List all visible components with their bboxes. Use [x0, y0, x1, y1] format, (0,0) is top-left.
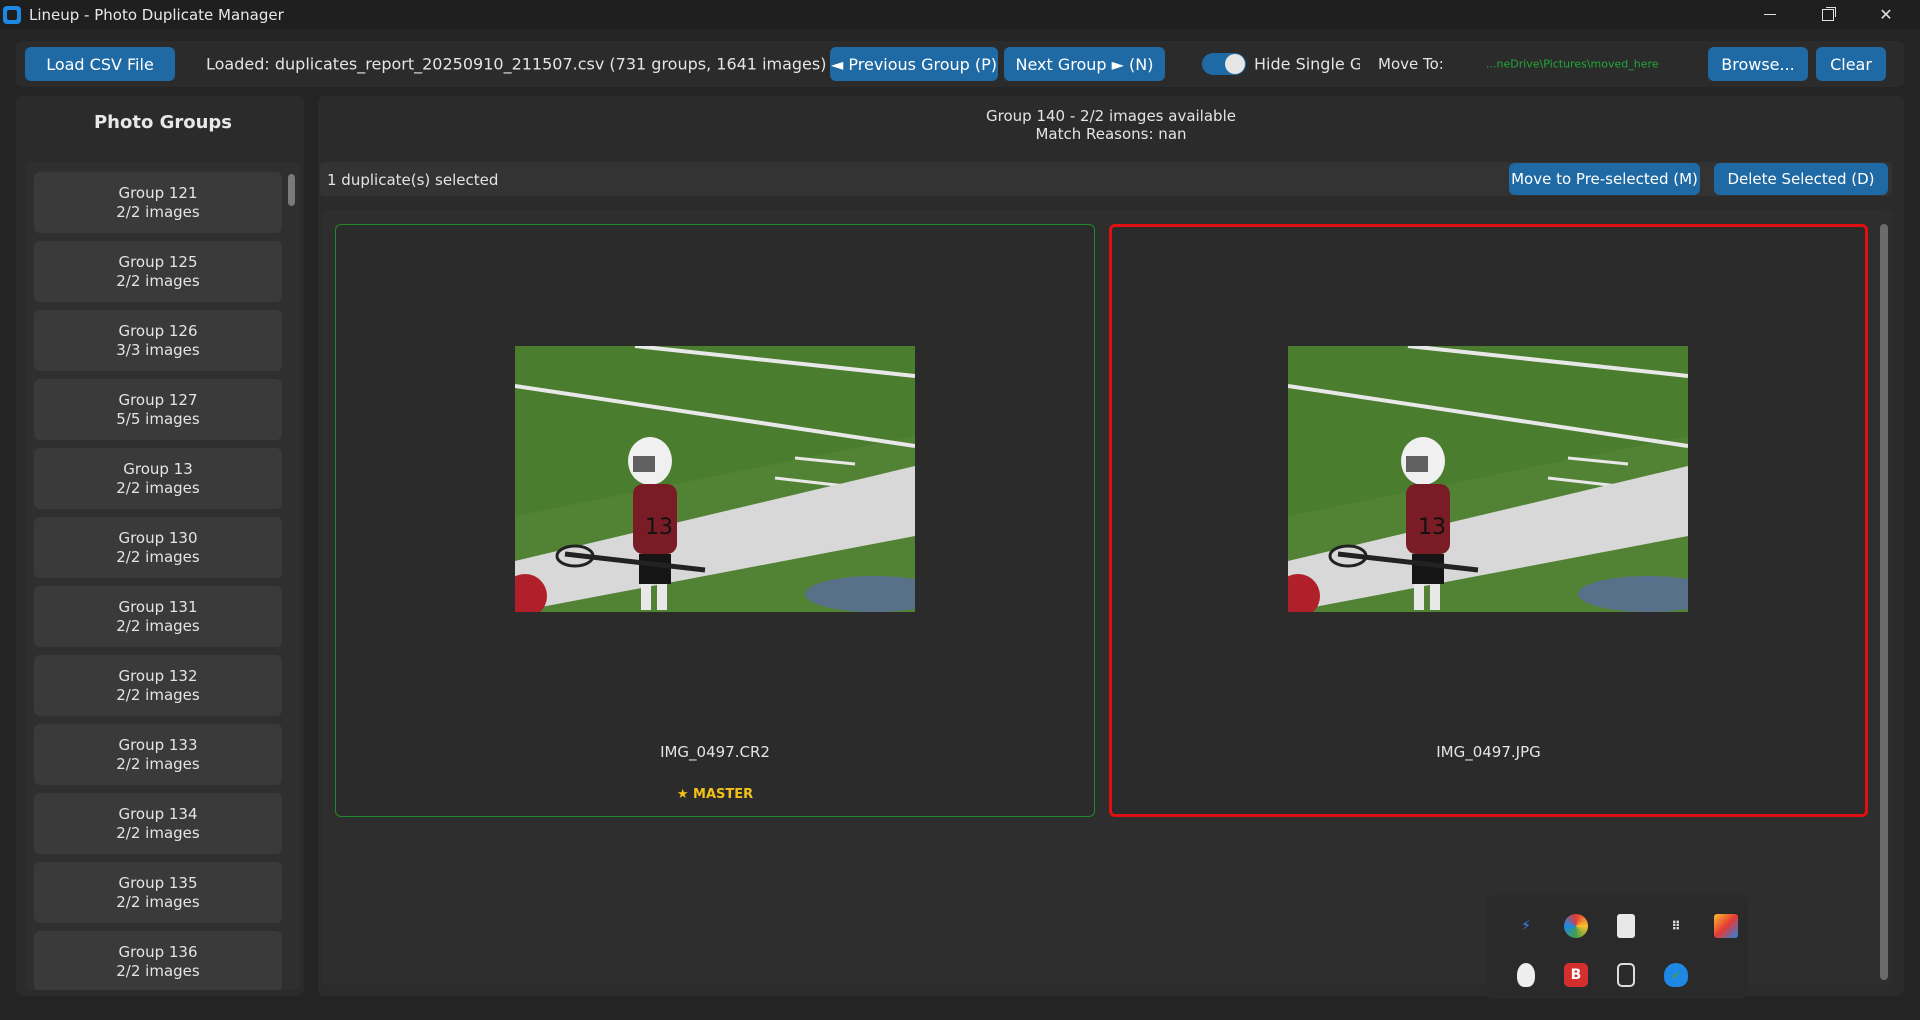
group-image-count: 2/2 images [116, 892, 200, 911]
loaded-file-status: Loaded: duplicates_report_20250910_21150… [206, 54, 827, 74]
group-list-item[interactable]: Group 134 2/2 images [34, 793, 282, 854]
dots-grid-icon[interactable]: ⠿ [1664, 914, 1688, 938]
group-name: Group 121 [118, 183, 198, 202]
group-image-count: 2/2 images [116, 754, 200, 773]
group-title: Group 140 - 2/2 images available [986, 107, 1236, 125]
group-list-item[interactable]: Group 125 2/2 images [34, 241, 282, 302]
previous-group-button[interactable]: ◄ Previous Group (P) [830, 47, 998, 81]
group-list-item[interactable]: Group 136 2/2 images [34, 931, 282, 990]
group-image-count: 3/3 images [116, 340, 200, 359]
browse-button[interactable]: Browse... [1708, 47, 1808, 81]
lacrosse-photo: 13 [1288, 346, 1688, 612]
lightning-icon[interactable]: ⚡ [1514, 914, 1538, 938]
window-title: Lineup - Photo Duplicate Manager [29, 5, 284, 24]
delete-selected-button[interactable]: Delete Selected (D) [1714, 163, 1888, 195]
hide-single-groups-label: Hide Single Groups [1254, 54, 1360, 74]
group-list-item[interactable]: Group 132 2/2 images [34, 655, 282, 716]
group-image-count: 2/2 images [116, 616, 200, 635]
group-list-item[interactable]: Group 131 2/2 images [34, 586, 282, 647]
group-image-count: 5/5 images [116, 409, 200, 428]
image-filename: IMG_0497.JPG [1436, 743, 1541, 761]
main-scrollbar[interactable] [1880, 224, 1888, 980]
match-reasons: Match Reasons: nan [1035, 125, 1187, 143]
next-group-button[interactable]: Next Group ► (N) [1004, 47, 1165, 81]
bitdefender-icon[interactable]: B [1564, 963, 1588, 987]
sidebar-title: Photo Groups [93, 112, 233, 133]
group-list-item[interactable]: Group 135 2/2 images [34, 862, 282, 923]
group-name: Group 133 [118, 735, 198, 754]
group-name: Group 136 [118, 942, 198, 961]
group-name: Group 127 [118, 390, 198, 409]
photo-thumbnail[interactable]: 13 [1288, 346, 1688, 612]
minimize-button[interactable] [1742, 0, 1798, 29]
group-list-item[interactable]: Group 126 3/3 images [34, 310, 282, 371]
group-header: Group 140 - 2/2 images available Match R… [318, 107, 1904, 143]
color-wheel-icon[interactable] [1564, 914, 1588, 938]
shield-icon[interactable] [1517, 963, 1535, 987]
group-list-item[interactable]: Group 133 2/2 images [34, 724, 282, 785]
move-to-preselected-button[interactable]: Move to Pre-selected (M) [1509, 163, 1700, 195]
app-logo-icon [3, 5, 21, 24]
group-name: Group 126 [118, 321, 198, 340]
move-to-label: Move To: [1378, 55, 1444, 73]
hide-single-groups-toggle[interactable] [1202, 53, 1246, 75]
selection-count: 1 duplicate(s) selected [327, 171, 499, 189]
group-list-item[interactable]: Group 13 2/2 images [34, 448, 282, 509]
system-tray-flyout: ⚡ ⠿ B ✔ [1486, 895, 1748, 999]
group-name: Group 131 [118, 597, 198, 616]
bag-icon[interactable] [1617, 914, 1635, 938]
group-name: Group 125 [118, 252, 198, 271]
group-list-item[interactable]: Group 130 2/2 images [34, 517, 282, 578]
move-to-path: ...neDrive\Pictures\moved_here [1486, 57, 1659, 71]
group-name: Group 132 [118, 666, 198, 685]
title-bar: Lineup - Photo Duplicate Manager [0, 0, 1920, 29]
svg-text:13: 13 [1418, 515, 1446, 540]
svg-text:13: 13 [645, 515, 673, 540]
group-name: Group 134 [118, 804, 198, 823]
group-list-item[interactable]: Group 127 5/5 images [34, 379, 282, 440]
palette-icon[interactable] [1714, 914, 1738, 938]
group-image-count: 2/2 images [116, 547, 200, 566]
master-badge: ★ MASTER [676, 787, 754, 802]
group-list-item[interactable]: Group 121 2/2 images [34, 172, 282, 233]
sidebar-scrollbar[interactable] [288, 174, 295, 206]
group-image-count: 2/2 images [116, 685, 200, 704]
clear-button[interactable]: Clear [1816, 47, 1886, 81]
toggle-knob [1225, 54, 1245, 74]
group-image-count: 2/2 images [116, 961, 200, 980]
group-name: Group 13 [123, 459, 193, 478]
restore-button[interactable] [1800, 0, 1856, 29]
group-image-count: 2/2 images [116, 823, 200, 842]
group-image-count: 2/2 images [116, 271, 200, 290]
image-filename: IMG_0497.CR2 [660, 743, 770, 761]
defender-icon[interactable]: ✔ [1664, 963, 1688, 987]
group-name: Group 135 [118, 873, 198, 892]
group-image-count: 2/2 images [116, 478, 200, 497]
usb-device-icon[interactable] [1617, 963, 1635, 987]
lacrosse-photo: 13 [515, 346, 915, 612]
group-name: Group 130 [118, 528, 198, 547]
close-button[interactable]: ✕ [1858, 0, 1914, 29]
group-list[interactable]: Group 121 2/2 images Group 125 2/2 images Gr… [26, 162, 300, 990]
group-image-count: 2/2 images [116, 202, 200, 221]
load-csv-button[interactable]: Load CSV File [25, 47, 175, 81]
photo-thumbnail[interactable]: 13 [515, 346, 915, 612]
